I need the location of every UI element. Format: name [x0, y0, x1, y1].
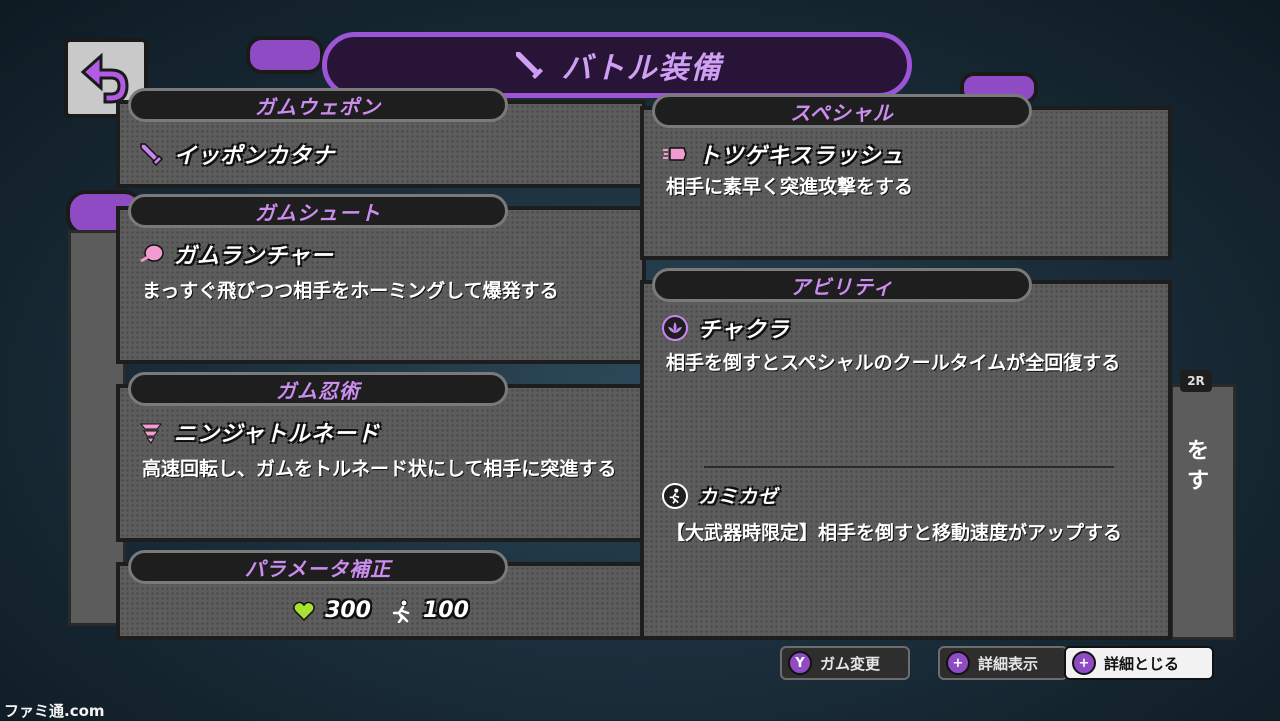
- ability-panel[interactable]: アビリティ チャクラ 相手を倒すとスペシャルのクールタイムが全回復する カミカゼ…: [640, 268, 1172, 640]
- show-details-button[interactable]: + 詳細表示: [938, 646, 1068, 680]
- lotus-icon: [662, 315, 688, 341]
- header-left-pill: [246, 36, 324, 74]
- change-gum-button[interactable]: Y ガム変更: [780, 646, 910, 680]
- gum-ninjutsu-header: ガム忍術: [128, 372, 508, 406]
- heart-icon: [293, 601, 315, 621]
- parameters-header: パラメータ補正: [128, 550, 508, 584]
- background-right-panel: をす: [1170, 384, 1236, 640]
- dash-slash-icon: [663, 147, 687, 161]
- background-badge: 2R: [1180, 370, 1212, 392]
- tornado-icon: [139, 423, 163, 444]
- katana-icon: [140, 143, 164, 167]
- gum-ninjutsu-name: ニンジャトルネード: [174, 422, 380, 447]
- ability-1-description: 相手を倒すとスペシャルのクールタイムが全回復する: [666, 352, 1121, 374]
- watermark-logo: ファミ通.com: [4, 702, 105, 720]
- ability-divider: [704, 466, 1114, 468]
- special-description: 相手に素早く突進攻撃をする: [666, 176, 914, 198]
- speed-value: 100: [423, 598, 469, 623]
- special-panel[interactable]: スペシャル トツゲキスラッシュ 相手に素早く突進攻撃をする: [640, 94, 1172, 260]
- sword-icon: [515, 52, 543, 79]
- gum-weapon-name: イッポンカタナ: [174, 144, 336, 169]
- page-title: バトル装備: [561, 51, 723, 86]
- gum-shoot-header: ガムシュート: [128, 194, 508, 228]
- back-arrow-icon: [80, 52, 129, 104]
- ability-2-name: カミカゼ: [698, 486, 779, 508]
- gum-weapon-header: ガムウェポン: [128, 88, 508, 122]
- parameters-panel[interactable]: パラメータ補正 300 100: [116, 550, 646, 640]
- running-icon: [392, 599, 410, 623]
- special-name: トツゲキスラッシュ: [698, 144, 905, 169]
- y-button-icon: Y: [788, 651, 812, 675]
- gum-ninjutsu-panel[interactable]: ガム忍術 ニンジャトルネード 高速回転し、ガムをトルネード状にして相手に突進する: [116, 372, 646, 542]
- background-partial-text: をす: [1187, 439, 1210, 494]
- gum-shoot-panel[interactable]: ガムシュート ガムランチャー まっすぐ飛びつつ相手をホーミングして爆発する: [116, 194, 646, 364]
- ability-header: アビリティ: [652, 268, 1032, 302]
- gum-shoot-name: ガムランチャー: [174, 244, 334, 269]
- ability-1-name: チャクラ: [698, 318, 790, 343]
- gum-ninjutsu-description: 高速回転し、ガムをトルネード状にして相手に突進する: [142, 458, 617, 480]
- running-ability-icon: [662, 482, 688, 509]
- hp-value: 300: [325, 598, 371, 623]
- special-header: スペシャル: [652, 94, 1032, 128]
- plus-button-icon: +: [1072, 651, 1096, 675]
- parameters-values: 300 100: [120, 598, 642, 623]
- gum-weapon-panel[interactable]: ガムウェポン イッポンカタナ: [116, 88, 646, 188]
- ability-2-description: 【大武器時限定】相手を倒すと移動速度がアップする: [666, 522, 1123, 544]
- gum-launcher-icon: [140, 244, 164, 263]
- plus-button-icon: +: [946, 651, 970, 675]
- gum-shoot-description: まっすぐ飛びつつ相手をホーミングして爆発する: [142, 280, 559, 302]
- close-details-button[interactable]: + 詳細とじる: [1064, 646, 1214, 680]
